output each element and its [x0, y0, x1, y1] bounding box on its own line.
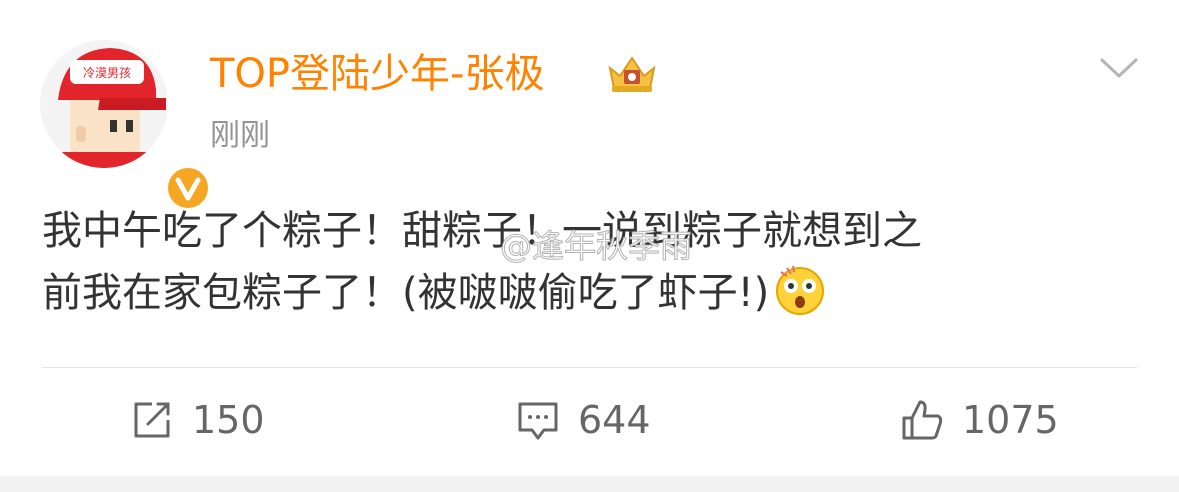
bottom-separator — [0, 476, 1179, 492]
avatar-image: 冷漠男孩 — [40, 40, 168, 168]
like-count: 1075 — [962, 398, 1059, 442]
divider — [42, 367, 1137, 368]
comment-button[interactable]: 644 — [516, 396, 651, 444]
watermark: @逢年秋季雨 — [499, 227, 693, 266]
comment-count: 644 — [578, 398, 651, 442]
like-button[interactable]: 1075 — [900, 396, 1059, 444]
repost-count: 150 — [192, 398, 265, 442]
repost-icon — [134, 402, 170, 438]
chevron-down-icon[interactable] — [1098, 52, 1140, 82]
repost-button[interactable]: 150 — [130, 396, 265, 444]
comment-icon — [518, 402, 558, 440]
username[interactable]: TOP登陆少年-张极 — [210, 48, 544, 100]
thumbs-up-icon — [902, 400, 943, 440]
astonished-emoji-icon — [773, 262, 827, 316]
content-line-text: 前我在家包粽子了！(被啵啵偷吃了虾子!) — [42, 270, 770, 316]
crown-badge-icon[interactable] — [604, 52, 660, 94]
post-time: 刚刚 — [210, 118, 270, 153]
avatar[interactable]: 冷漠男孩 — [40, 40, 212, 212]
avatar-cap-text: 冷漠男孩 — [83, 66, 131, 80]
content-line: 前我在家包粽子了！(被啵啵偷吃了虾子!) — [42, 262, 1152, 324]
